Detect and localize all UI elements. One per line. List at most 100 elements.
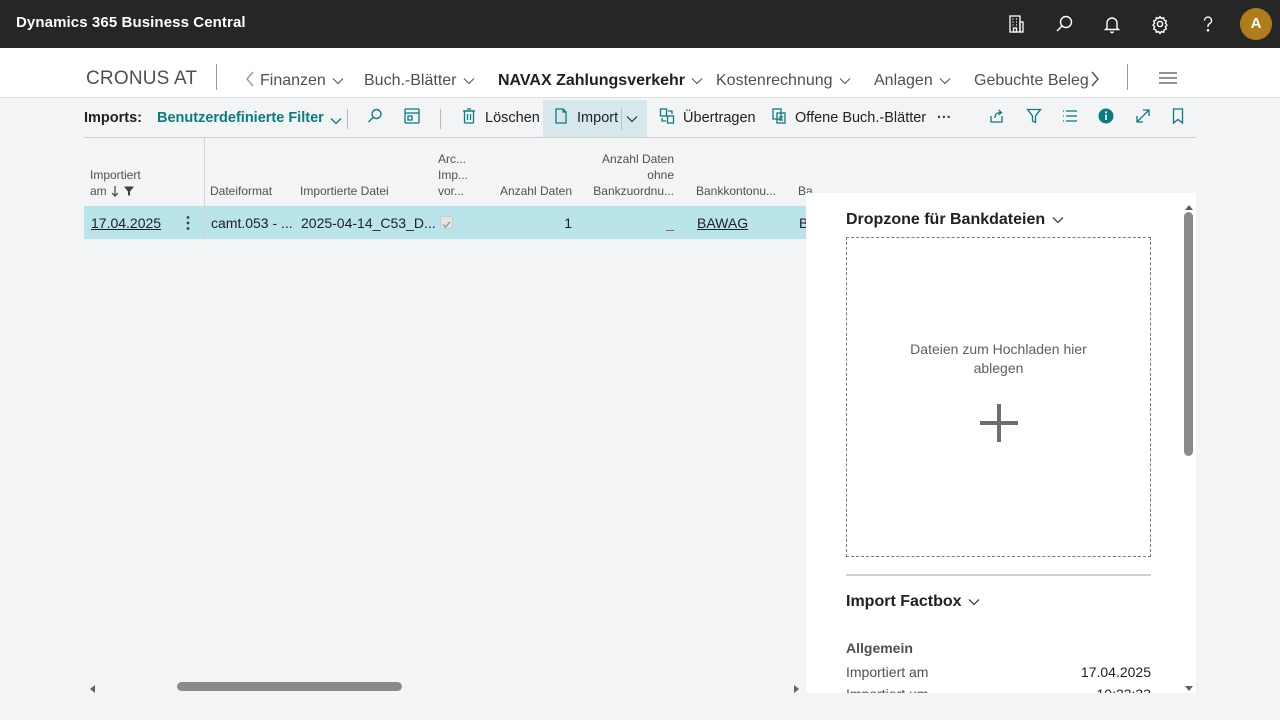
document-icon	[555, 108, 567, 124]
transfer-icon	[659, 108, 675, 124]
transfer-label: Übertragen	[683, 110, 756, 126]
nav-divider	[1127, 64, 1128, 90]
info-icon	[1098, 108, 1114, 124]
nav-item-label: Gebuchte Beleg	[974, 72, 1089, 89]
cell-bank-account[interactable]: BAWAG	[697, 215, 748, 231]
open-journals-button[interactable]: Offene Buch.-Blätter	[771, 100, 926, 137]
nav-scroll-left-icon[interactable]	[244, 70, 256, 93]
cell-imported-file[interactable]: 2025-04-14_C53_D...	[301, 215, 436, 231]
chevron-down-icon	[692, 77, 703, 85]
bookmark-button[interactable]	[1170, 100, 1190, 137]
chevron-down-icon	[1052, 216, 1064, 224]
plus-icon[interactable]	[980, 404, 1018, 447]
factbox-pane: Dropzone für Bankdateien Dateien zum Hoc…	[806, 193, 1196, 702]
list-icon	[1063, 110, 1077, 122]
scroll-right-icon[interactable]	[793, 681, 801, 699]
bookmark-icon	[1172, 108, 1184, 125]
chevron-down-icon	[839, 77, 851, 85]
nav-item-label: Kostenrechnung	[716, 72, 833, 89]
nav-divider	[216, 64, 217, 90]
nav-item-gebuchte-beleg[interactable]: Gebuchte Beleg	[974, 72, 1089, 90]
vertical-scrollbar[interactable]	[1184, 212, 1193, 456]
filter-view-label: Benutzerdefinierte Filter	[157, 110, 324, 126]
app-title[interactable]: Dynamics 365 Business Central	[16, 14, 246, 31]
dropzone-hint-line: Dateien zum Hochladen hier	[910, 341, 1087, 357]
cell-file-format[interactable]: camt.053 - ...	[211, 215, 293, 231]
cell-imported-on[interactable]: 17.04.2025	[91, 215, 161, 231]
frozen-column-divider	[204, 206, 205, 239]
field-value: 17.04.2025	[1080, 664, 1151, 680]
nav-item-navax-zahlungsverkehr[interactable]: NAVAX Zahlungsverkehr	[498, 72, 703, 90]
company-name[interactable]: CRONUS AT	[86, 68, 197, 90]
dropzone-header[interactable]: Dropzone für Bankdateien	[846, 211, 1064, 229]
navigation-bar: CRONUS AT Finanzen Buch.-Blätter NAVAX Z…	[0, 48, 1280, 98]
scroll-left-icon[interactable]	[88, 681, 96, 699]
nav-item-anlagen[interactable]: Anlagen	[874, 72, 951, 90]
nav-item-label: NAVAX Zahlungsverkehr	[498, 72, 686, 89]
imports-list: Importiert am Dateiformat Importierte Da…	[84, 138, 813, 680]
factbox-divider	[846, 574, 1151, 576]
import-factbox-header[interactable]: Import Factbox	[846, 593, 980, 611]
nav-item-finanzen[interactable]: Finanzen	[260, 72, 344, 90]
expand-button[interactable]	[1134, 100, 1156, 137]
journals-icon	[772, 108, 786, 124]
nav-item-label: Anlagen	[874, 72, 933, 89]
more-actions-button[interactable]: ···	[937, 100, 952, 137]
chevron-down-icon[interactable]	[626, 115, 638, 123]
scroll-down-icon[interactable]	[1184, 680, 1194, 698]
nav-item-label: Buch.-Blätter	[364, 72, 457, 89]
horizontal-scrollbar[interactable]	[177, 682, 402, 691]
bell-icon[interactable]	[1100, 12, 1124, 36]
header-line: vor...	[438, 184, 465, 198]
search-list-button[interactable]	[366, 100, 388, 137]
cell-without-match[interactable]: _	[580, 215, 674, 231]
column-header-importierte-datei[interactable]: Importierte Datei	[300, 183, 389, 199]
column-header-bankkontonummer[interactable]: Bankkontonu...	[696, 183, 776, 199]
filter-pane-button[interactable]	[1026, 100, 1046, 137]
user-avatar[interactable]: A	[1240, 8, 1272, 40]
factbox-toggle-button[interactable]	[1097, 100, 1119, 137]
row-actions-icon[interactable]	[185, 215, 191, 236]
gear-icon[interactable]	[1148, 12, 1172, 36]
list-view-button[interactable]	[1061, 100, 1083, 137]
header-line: am	[90, 184, 107, 198]
action-divider	[440, 109, 441, 129]
import-button[interactable]: Import	[543, 100, 647, 137]
open-journals-label: Offene Buch.-Blätter	[795, 110, 927, 126]
header-line: Anzahl Daten	[601, 152, 674, 166]
action-divider	[347, 109, 348, 129]
building-icon[interactable]	[1004, 12, 1028, 36]
search-icon[interactable]	[1052, 12, 1076, 36]
column-header-archiviert[interactable]: Arc... Imp... vor...	[438, 151, 468, 199]
transfer-button[interactable]: Übertragen	[659, 100, 756, 137]
file-dropzone[interactable]: Dateien zum Hochladen hier ablegen	[846, 237, 1151, 557]
delete-button[interactable]: Löschen	[461, 100, 540, 137]
share-icon	[990, 109, 1003, 123]
nav-item-buch-blaetter[interactable]: Buch.-Blätter	[364, 72, 475, 90]
expand-icon	[1136, 109, 1150, 123]
share-button[interactable]	[988, 100, 1010, 137]
import-label: Import	[577, 110, 619, 126]
chevron-down-icon	[463, 77, 475, 85]
column-header-anzahl-daten[interactable]: Anzahl Daten	[488, 183, 572, 199]
header-line: Bankzuordnu...	[593, 184, 674, 198]
menu-icon[interactable]	[1158, 71, 1178, 85]
chevron-down-icon	[939, 77, 951, 85]
pane-bottom-mask	[806, 693, 1196, 720]
archived-checkbox[interactable]	[440, 216, 453, 229]
header-line: Arc...	[438, 152, 467, 166]
cell-count[interactable]: 1	[488, 215, 572, 231]
nav-scroll-right-icon[interactable]	[1089, 70, 1101, 93]
header-line: ohne	[647, 168, 674, 182]
app-bar: Dynamics 365 Business Central A	[0, 0, 1280, 48]
help-icon[interactable]	[1196, 12, 1220, 36]
edit-list-button[interactable]	[403, 100, 425, 137]
field-label: Importiert am	[846, 664, 929, 680]
chevron-down-icon	[968, 598, 980, 606]
nav-item-kostenrechnung[interactable]: Kostenrechnung	[716, 72, 851, 90]
filter-view-button[interactable]: Benutzerdefinierte Filter	[157, 100, 346, 137]
column-header-importiert-am[interactable]: Importiert am	[90, 167, 141, 199]
table-row[interactable]: 17.04.2025 camt.053 - ... 2025-04-14_C53…	[84, 206, 808, 239]
column-header-dateiformat[interactable]: Dateiformat	[210, 183, 272, 199]
column-header-ohne-bankzuordnung[interactable]: Anzahl Daten ohne Bankzuordnu...	[580, 151, 674, 199]
